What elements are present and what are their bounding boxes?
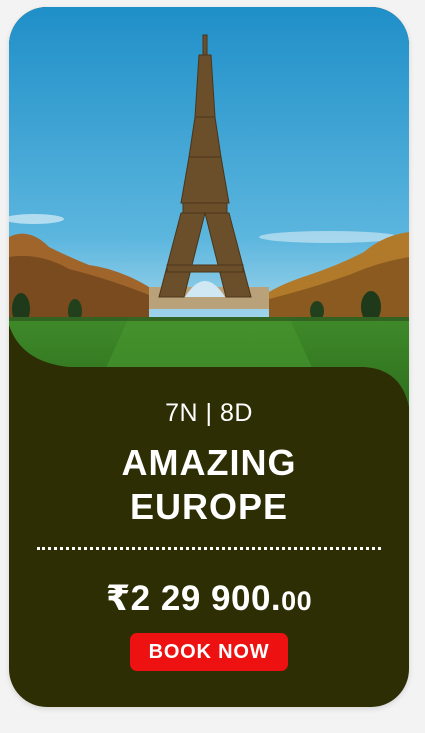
- duration-label: 7N | 8D: [165, 399, 253, 427]
- package-card[interactable]: 7N | 8D AMAZING EUROPE ₹2 29 900.00 BOOK…: [9, 7, 409, 707]
- book-now-button[interactable]: BOOK NOW: [130, 633, 288, 671]
- title-line-1: AMAZING: [121, 442, 297, 483]
- dotted-divider: [37, 547, 381, 550]
- package-details: 7N | 8D AMAZING EUROPE ₹2 29 900.00 BOOK…: [9, 387, 409, 707]
- package-title: AMAZING EUROPE: [9, 441, 409, 529]
- price-main: ₹2 29 900.: [105, 579, 282, 618]
- price-cents: 00: [281, 586, 313, 616]
- price-label: ₹2 29 900.00: [9, 579, 409, 619]
- title-line-2: EUROPE: [129, 486, 289, 527]
- eiffel-tower-photo: [9, 7, 409, 427]
